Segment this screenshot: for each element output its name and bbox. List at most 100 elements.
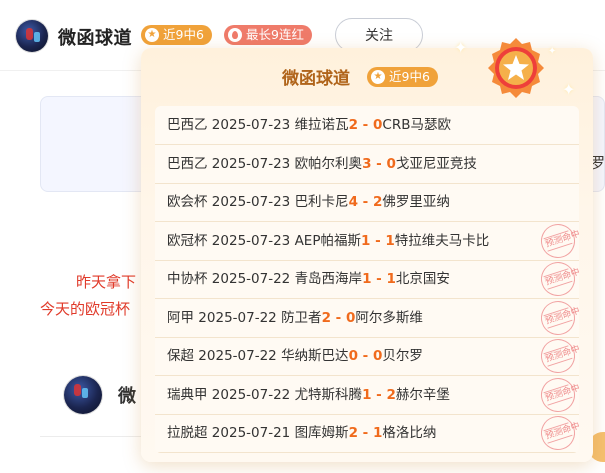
away-team: 戈亚尼亚竞技 bbox=[395, 155, 477, 172]
match-league: 巴西乙 bbox=[167, 155, 208, 172]
away-score: 0 bbox=[372, 117, 383, 133]
match-date: 2025-07-22 bbox=[211, 271, 291, 287]
sparkle-icon: ✦ bbox=[548, 46, 557, 57]
home-score: 2 bbox=[348, 425, 358, 441]
away-score: 0 bbox=[386, 155, 396, 172]
home-score: 4 bbox=[348, 194, 358, 210]
match-date: 2025-07-23 bbox=[211, 232, 291, 249]
match-league: 巴西乙 bbox=[167, 117, 208, 133]
hit-stamp-text: 预测命中 bbox=[543, 228, 579, 252]
home-team: 尤特斯科腾 bbox=[294, 386, 363, 403]
match-date: 2025-07-23 bbox=[211, 194, 291, 210]
home-team: 维拉诺瓦 bbox=[294, 117, 349, 133]
home-score: 1 bbox=[360, 232, 371, 249]
match-date: 2025-07-22 bbox=[198, 348, 277, 364]
background-line-2: 今天的欧冠杯 bbox=[40, 300, 131, 318]
home-score: 2 bbox=[321, 309, 331, 326]
away-team: 阿尔多斯维 bbox=[355, 309, 423, 326]
away-score: 2 bbox=[372, 194, 383, 210]
home-team: 欧帕尔利奥 bbox=[294, 155, 363, 172]
sparkle-icon: ✦ bbox=[562, 80, 576, 99]
recent-record-text: 近9中6 bbox=[163, 27, 204, 42]
background-line-1: 昨天拿下 bbox=[76, 273, 137, 291]
popup-record-badge: 近9中6 bbox=[367, 67, 438, 87]
home-team: 青岛西海岸 bbox=[294, 271, 363, 287]
score-separator: - bbox=[362, 425, 369, 441]
match-league: 拉脱超 bbox=[167, 425, 208, 441]
score-separator: - bbox=[375, 232, 381, 249]
hit-stamp-text: 预测命中 bbox=[543, 344, 579, 367]
popup-title: 微函球道 bbox=[282, 69, 350, 89]
match-date: 2025-07-22 bbox=[198, 309, 277, 326]
score-separator: - bbox=[362, 117, 369, 133]
match-row[interactable]: 欧冠杯 2025-07-23 AEP帕福斯1 - 1特拉维夫马卡比 预测命中 bbox=[155, 219, 579, 262]
match-list: 巴西乙 2025-07-23 维拉诺瓦2 - 0CRB马瑟欧 巴西乙 2025-0… bbox=[155, 106, 579, 453]
score-separator: - bbox=[376, 271, 382, 287]
away-team: 佛罗里亚纳 bbox=[382, 194, 450, 210]
away-score: 0 bbox=[372, 348, 383, 364]
medal-star-icon bbox=[488, 38, 544, 98]
hit-stamp-icon: 预测命中 bbox=[536, 334, 579, 378]
hit-stamp-icon: 预测命中 bbox=[536, 373, 579, 416]
hit-stamp-text: 预测命中 bbox=[543, 382, 579, 406]
star-badge-icon bbox=[371, 67, 385, 87]
recent-record-badge: 近9中6 bbox=[141, 25, 212, 45]
match-league: 欧会杯 bbox=[167, 194, 208, 210]
match-row[interactable]: 瑞典甲 2025-07-22 尤特斯科腾1 - 2赫尔辛堡 预测命中 bbox=[155, 373, 579, 416]
score-separator: - bbox=[362, 348, 369, 364]
away-team: 特拉维夫马卡比 bbox=[394, 232, 490, 249]
score-separator: - bbox=[376, 155, 382, 172]
match-league: 欧冠杯 bbox=[167, 232, 208, 249]
match-date: 2025-07-23 bbox=[211, 117, 291, 133]
user-name[interactable]: 微函球道 bbox=[58, 24, 132, 50]
hit-stamp-icon: 预测命中 bbox=[536, 219, 579, 262]
away-team: 贝尔罗 bbox=[382, 348, 423, 364]
streak-text: 最长9连红 bbox=[246, 27, 304, 42]
match-league: 保超 bbox=[167, 348, 194, 364]
home-score: 2 bbox=[348, 117, 358, 133]
match-league: 中协杯 bbox=[167, 271, 208, 287]
match-league: 阿甲 bbox=[167, 309, 194, 326]
post-avatar[interactable] bbox=[64, 376, 102, 414]
away-score: 1 bbox=[385, 232, 395, 249]
user-avatar[interactable] bbox=[16, 20, 48, 52]
hit-stamp-text: 预测命中 bbox=[543, 267, 579, 290]
match-date: 2025-07-21 bbox=[211, 425, 291, 441]
match-row[interactable]: 巴西乙 2025-07-23 欧帕尔利奥3 - 0戈亚尼亚竞技 bbox=[155, 145, 579, 184]
match-row[interactable]: 欧会杯 2025-07-23 巴利卡尼4 - 2佛罗里亚纳 bbox=[155, 183, 579, 222]
home-team: 防卫者 bbox=[281, 309, 322, 326]
fire-icon bbox=[228, 28, 242, 42]
away-score: 1 bbox=[386, 271, 396, 287]
match-row[interactable]: 保超 2025-07-22 华纳斯巴达0 - 0贝尔罗 预测命中 bbox=[155, 334, 579, 378]
away-team: 北京国安 bbox=[395, 271, 450, 287]
hit-stamp-icon: 预测命中 bbox=[536, 257, 579, 301]
match-row[interactable]: 阿甲 2025-07-22 防卫者2 - 0阿尔多斯维 预测命中 bbox=[155, 296, 579, 339]
star-badge-icon bbox=[145, 25, 159, 45]
match-date: 2025-07-22 bbox=[211, 386, 291, 403]
match-date: 2025-07-23 bbox=[211, 155, 291, 172]
match-row[interactable]: 拉脱超 2025-07-21 图库姆斯2 - 1格洛比纳 预测命中 bbox=[155, 411, 579, 453]
hit-stamp-icon: 预测命中 bbox=[536, 411, 579, 453]
away-score: 2 bbox=[386, 386, 396, 403]
hit-stamp-text: 预测命中 bbox=[543, 421, 579, 444]
score-separator: - bbox=[376, 386, 382, 403]
score-separator: - bbox=[362, 194, 369, 210]
home-team: AEP帕福斯 bbox=[294, 232, 361, 249]
match-row[interactable]: 中协杯 2025-07-22 青岛西海岸1 - 1北京国安 预测命中 bbox=[155, 257, 579, 301]
hit-stamp-icon: 预测命中 bbox=[536, 296, 579, 339]
hit-stamp-text: 预测命中 bbox=[543, 305, 579, 329]
away-team: 格洛比纳 bbox=[382, 425, 437, 441]
home-team: 图库姆斯 bbox=[294, 425, 349, 441]
sparkle-icon: ✦ bbox=[454, 38, 468, 57]
away-score: 1 bbox=[372, 425, 383, 441]
post-user-name[interactable]: 微 bbox=[118, 382, 137, 408]
away-team: CRB马瑟欧 bbox=[382, 117, 451, 133]
match-row[interactable]: 巴西乙 2025-07-23 维拉诺瓦2 - 0CRB马瑟欧 bbox=[155, 106, 579, 145]
home-team: 华纳斯巴达 bbox=[281, 348, 349, 364]
home-team: 巴利卡尼 bbox=[294, 194, 349, 210]
home-score: 0 bbox=[348, 348, 358, 364]
streak-badge: 最长9连红 bbox=[224, 25, 312, 45]
popup-record-text: 近9中6 bbox=[389, 69, 430, 84]
away-score: 0 bbox=[345, 309, 356, 326]
follow-button[interactable]: 关注 bbox=[335, 18, 423, 52]
